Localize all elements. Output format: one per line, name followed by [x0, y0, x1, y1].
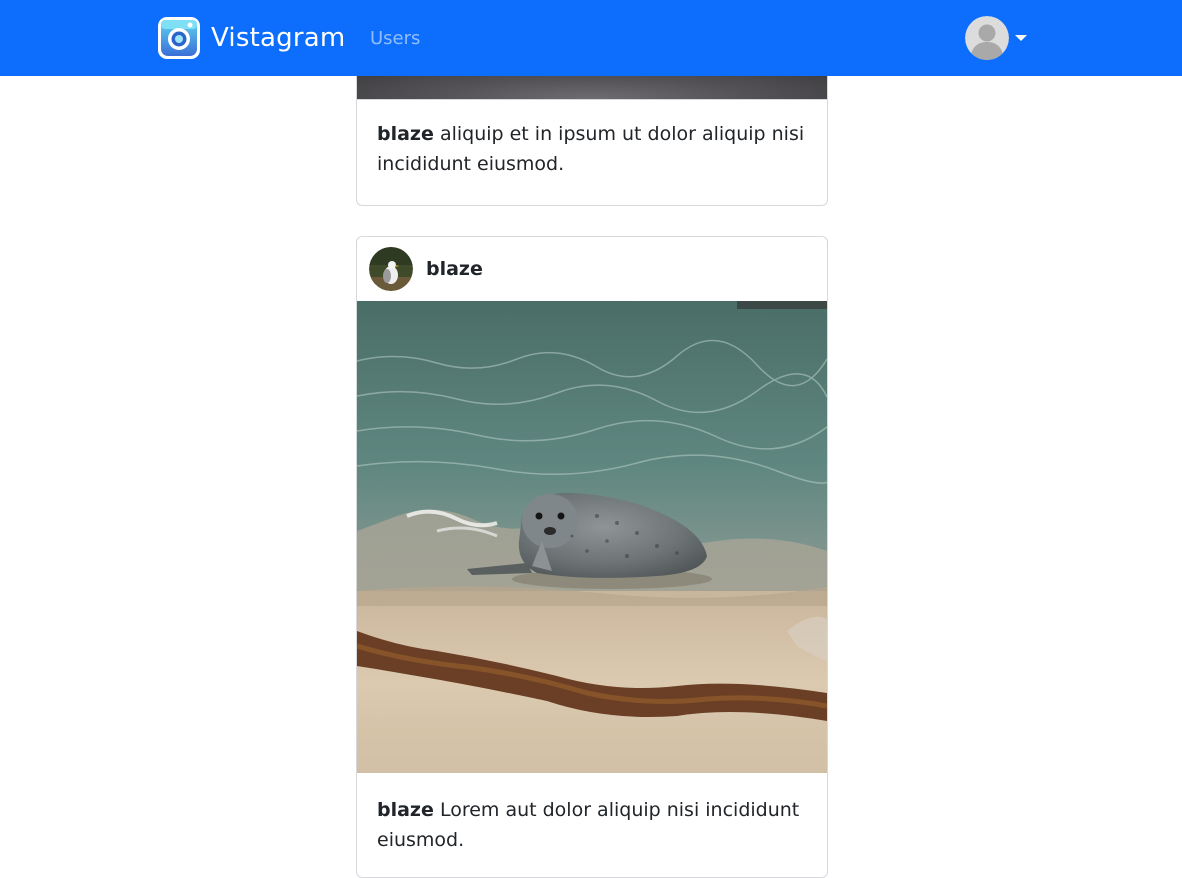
post-caption: blaze aliquip et in ipsum ut dolor aliqu… — [377, 119, 807, 179]
top-navbar: Vistagram Users — [0, 0, 1182, 76]
post-header: blaze — [357, 237, 827, 301]
caption-text: Lorem aut dolor aliquip nisi incididunt … — [377, 799, 800, 851]
caption-text: aliquip et in ipsum ut dolor aliquip nis… — [377, 123, 805, 175]
caption-username[interactable]: blaze — [377, 123, 434, 145]
caret-down-icon — [1015, 35, 1027, 41]
post-card: blaze blaze Lorem aut dolor aliquip nisi… — [356, 236, 828, 878]
user-menu-dropdown[interactable] — [965, 16, 1029, 60]
caption-username[interactable]: blaze — [377, 799, 434, 821]
camera-logo-icon — [158, 17, 200, 59]
nav-link-users[interactable]: Users — [370, 26, 420, 52]
post-author-username[interactable]: blaze — [426, 257, 483, 281]
post-author-avatar[interactable] — [369, 247, 413, 291]
post-image — [357, 301, 827, 773]
brand-link[interactable]: Vistagram — [157, 16, 345, 60]
brand-name: Vistagram — [211, 23, 346, 53]
user-avatar-icon — [965, 16, 1009, 60]
post-caption: blaze Lorem aut dolor aliquip nisi incid… — [377, 795, 807, 855]
